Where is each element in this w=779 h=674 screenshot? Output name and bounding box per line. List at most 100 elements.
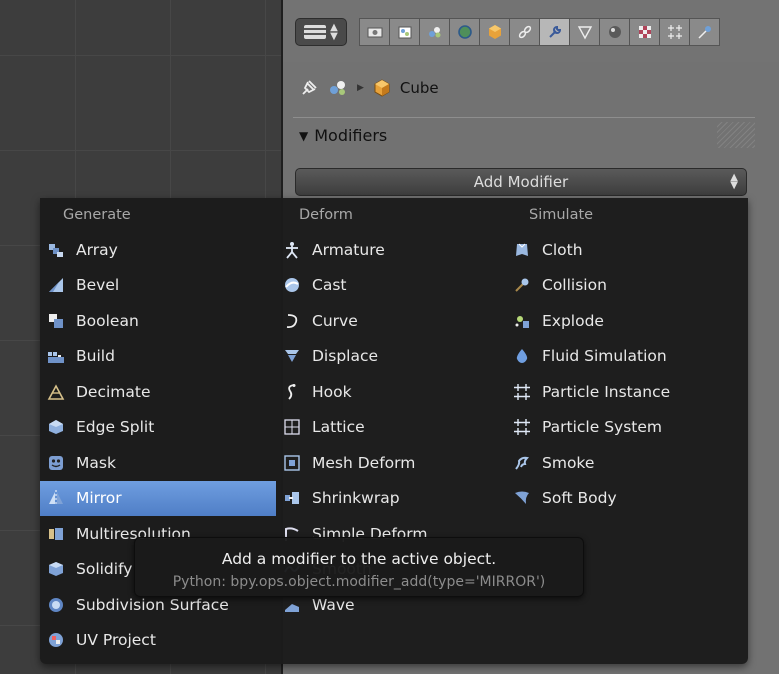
menu-item-label: Solidify	[76, 560, 133, 579]
panel-header[interactable]: ▼ Modifiers	[299, 126, 387, 145]
menu-item-uv-project[interactable]: UV Project	[40, 623, 276, 659]
tab-particles[interactable]	[659, 18, 690, 46]
particle-system-icon	[513, 418, 531, 436]
menu-item-cloth[interactable]: Cloth	[506, 232, 742, 268]
context-tabs	[359, 18, 720, 46]
soft-body-icon	[513, 489, 531, 507]
bevel-icon	[47, 276, 65, 294]
mirror-icon	[47, 489, 65, 507]
menu-item-label: Shrinkwrap	[312, 489, 400, 508]
particles-icon	[667, 24, 683, 40]
subdivision-surface-icon	[47, 596, 65, 614]
menu-item-label: Cloth	[542, 240, 583, 259]
wrench-icon	[547, 24, 563, 40]
menu-item-label: Soft Body	[542, 489, 617, 508]
add-modifier-label: Add Modifier	[473, 173, 569, 191]
decimate-icon	[47, 383, 65, 401]
particle-instance-icon	[513, 383, 531, 401]
tab-render-layers[interactable]	[389, 18, 420, 46]
menu-item-label: Armature	[312, 240, 385, 259]
tab-physics[interactable]	[689, 18, 720, 46]
menu-item-label: Lattice	[312, 418, 365, 437]
multiresolution-icon	[47, 525, 65, 543]
menu-item-label: Particle System	[542, 418, 662, 437]
menu-item-label: Displace	[312, 347, 379, 366]
smoke-icon	[513, 454, 531, 472]
properties-editor-icon	[304, 25, 327, 39]
menu-item-particle-instance[interactable]: Particle Instance	[506, 374, 742, 410]
tooltip-python: Python: bpy.ops.object.modifier_add(type…	[172, 574, 546, 590]
tab-material[interactable]	[599, 18, 630, 46]
menu-item-label: Wave	[312, 595, 355, 614]
tab-modifiers[interactable]	[539, 18, 570, 46]
menu-column-simulate: Simulate Cloth Collision Explode Fluid Simu…	[506, 198, 742, 516]
menu-item-label: Particle Instance	[542, 382, 671, 401]
menu-item-label: Boolean	[76, 311, 139, 330]
array-icon	[47, 241, 65, 259]
menu-item-displace[interactable]: Displace	[276, 339, 512, 375]
add-modifier-button[interactable]: Add Modifier ▲ ▼	[295, 168, 747, 196]
explode-icon	[513, 312, 531, 330]
updown-arrows-icon: ▲ ▼	[730, 172, 738, 191]
tab-world[interactable]	[449, 18, 480, 46]
updown-arrows-icon: ▲ ▼	[330, 22, 338, 42]
menu-item-decimate[interactable]: Decimate	[40, 374, 276, 410]
menu-item-mirror[interactable]: Mirror	[40, 480, 276, 516]
tooltip-description: Add a modifier to the active object.	[221, 550, 497, 568]
pin-icon[interactable]	[299, 78, 319, 98]
mesh-data-icon	[577, 24, 593, 40]
menu-item-lattice[interactable]: Lattice	[276, 410, 512, 446]
uv-project-icon	[47, 631, 65, 649]
mesh-deform-icon	[283, 454, 301, 472]
menu-item-array[interactable]: Array	[40, 232, 276, 268]
menu-item-explode[interactable]: Explode	[506, 303, 742, 339]
editor-type-button[interactable]: ▲ ▼	[295, 18, 347, 46]
tooltip: Add a modifier to the active object. Pyt…	[134, 537, 584, 597]
panel-drag-handle[interactable]	[717, 122, 755, 148]
chain-link-icon	[517, 24, 533, 40]
panel-title: Modifiers	[314, 126, 388, 145]
menu-item-curve[interactable]: Curve	[276, 303, 512, 339]
menu-item-armature[interactable]: Armature	[276, 232, 512, 268]
menu-item-collision[interactable]: Collision	[506, 268, 742, 304]
collision-icon	[513, 276, 531, 294]
menu-item-soft-body[interactable]: Soft Body	[506, 481, 742, 517]
menu-item-boolean[interactable]: Boolean	[40, 303, 276, 339]
menu-item-smoke[interactable]: Smoke	[506, 445, 742, 481]
tab-data[interactable]	[569, 18, 600, 46]
menu-item-shrinkwrap[interactable]: Shrinkwrap	[276, 481, 512, 517]
menu-item-label: Mesh Deform	[312, 453, 416, 472]
menu-item-label: Mask	[76, 453, 116, 472]
menu-item-edge-split[interactable]: Edge Split	[40, 410, 276, 446]
menu-item-label: Fluid Simulation	[542, 347, 667, 366]
menu-item-label: Curve	[312, 311, 358, 330]
menu-item-cast[interactable]: Cast	[276, 268, 512, 304]
modifiers-panel: ▼ Modifiers	[293, 117, 755, 162]
armature-icon	[283, 241, 301, 259]
menu-item-fluid-simulation[interactable]: Fluid Simulation	[506, 339, 742, 375]
menu-item-label: Bevel	[76, 276, 120, 295]
tab-scene[interactable]	[419, 18, 450, 46]
menu-item-particle-system[interactable]: Particle System	[506, 410, 742, 446]
menu-item-mask[interactable]: Mask	[40, 445, 276, 481]
cast-icon	[283, 276, 301, 294]
fluid-simulation-icon	[513, 347, 531, 365]
menu-item-label: Array	[76, 240, 118, 259]
menu-item-mesh-deform[interactable]: Mesh Deform	[276, 445, 512, 481]
menu-item-label: Subdivision Surface	[76, 595, 229, 614]
tab-render[interactable]	[359, 18, 390, 46]
menu-item-label: Build	[76, 347, 115, 366]
menu-item-bevel[interactable]: Bevel	[40, 268, 276, 304]
menu-item-build[interactable]: Build	[40, 339, 276, 375]
tab-constraints[interactable]	[509, 18, 540, 46]
cube-icon	[487, 24, 503, 40]
tab-texture[interactable]	[629, 18, 660, 46]
tab-object[interactable]	[479, 18, 510, 46]
column-header: Generate	[63, 207, 131, 223]
solidify-icon	[47, 560, 65, 578]
menu-item-label: UV Project	[76, 631, 156, 650]
breadcrumb-arrow-icon: ▶	[357, 83, 364, 93]
properties-header: ▲ ▼	[283, 0, 779, 62]
column-header: Deform	[299, 207, 353, 223]
menu-item-hook[interactable]: Hook	[276, 374, 512, 410]
